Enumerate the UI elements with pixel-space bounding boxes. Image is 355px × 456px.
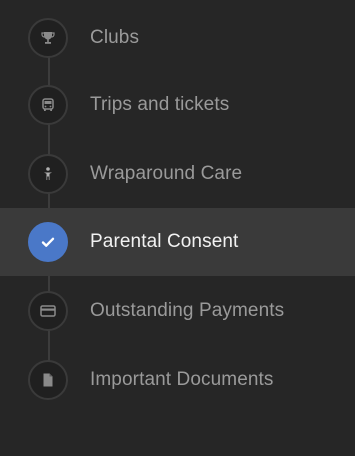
- trophy-icon: [28, 18, 68, 58]
- nav-item-label: Important Documents: [90, 369, 274, 390]
- step-navigation: Clubs Trips and tickets Wraparound Care: [0, 0, 355, 456]
- nav-item-wraparound-care[interactable]: Wraparound Care: [0, 140, 355, 208]
- nav-item-clubs[interactable]: Clubs: [0, 4, 355, 72]
- nav-item-important-documents[interactable]: Important Documents: [0, 346, 355, 414]
- document-icon: [28, 360, 68, 400]
- nav-item-outstanding-payments[interactable]: Outstanding Payments: [0, 277, 355, 345]
- nav-item-label: Parental Consent: [90, 231, 239, 252]
- child-icon: [28, 154, 68, 194]
- nav-item-label: Outstanding Payments: [90, 300, 285, 321]
- nav-item-label: Wraparound Care: [90, 163, 243, 184]
- bus-icon: [28, 85, 68, 125]
- nav-item-label: Trips and tickets: [90, 94, 230, 115]
- nav-item-trips-and-tickets[interactable]: Trips and tickets: [0, 71, 355, 139]
- nav-item-parental-consent[interactable]: Parental Consent: [0, 208, 355, 276]
- credit-card-icon: [28, 291, 68, 331]
- checkmark-icon: [28, 222, 68, 262]
- nav-item-label: Clubs: [90, 27, 140, 48]
